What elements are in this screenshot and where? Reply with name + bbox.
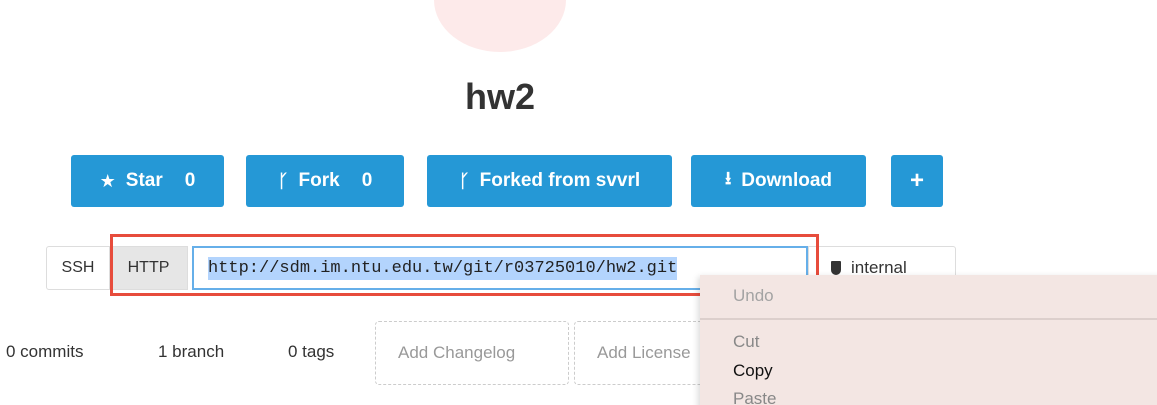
commits-link[interactable]: 0 commits (6, 342, 83, 362)
download-icon: ⭳ (724, 168, 732, 188)
fork-label: Fork (298, 170, 340, 191)
shield-icon (831, 261, 841, 275)
fork-count: 0 (361, 170, 373, 191)
add-changelog-label: Add Changelog (398, 343, 516, 362)
add-changelog-button[interactable]: Add Changelog (375, 321, 569, 385)
page-title: hw2 (464, 76, 535, 117)
plus-icon: + (909, 167, 924, 194)
add-license-button[interactable]: Add License (574, 321, 714, 385)
menu-item-paste[interactable]: Paste (733, 389, 776, 405)
star-count: 0 (184, 170, 196, 191)
fork-icon: ᚴ (277, 170, 289, 191)
ssh-tab[interactable]: SSH (46, 246, 110, 290)
add-license-label: Add License (597, 343, 691, 362)
menu-item-cut[interactable]: Cut (733, 332, 759, 352)
fork-icon: ᚴ (458, 170, 470, 191)
fork-button[interactable]: ᚴ Fork 0 (246, 155, 404, 207)
menu-separator (700, 318, 1157, 320)
star-button[interactable]: ★ Star 0 (71, 155, 224, 207)
download-button[interactable]: ⭳ Download (691, 155, 866, 207)
add-button[interactable]: + (891, 155, 943, 207)
avatar (434, 0, 566, 52)
context-menu: Undo Cut Copy Paste (700, 275, 1157, 405)
star-icon: ★ (99, 170, 116, 191)
forked-label: Forked from svvrl (479, 170, 641, 191)
branches-link[interactable]: 1 branch (158, 342, 224, 362)
menu-item-copy[interactable]: Copy (733, 361, 773, 381)
star-label: Star (125, 170, 163, 191)
forked-from-button[interactable]: ᚴ Forked from svvrl (427, 155, 672, 207)
download-label: Download (741, 170, 833, 191)
tags-link[interactable]: 0 tags (288, 342, 334, 362)
menu-item-undo[interactable]: Undo (733, 286, 774, 306)
